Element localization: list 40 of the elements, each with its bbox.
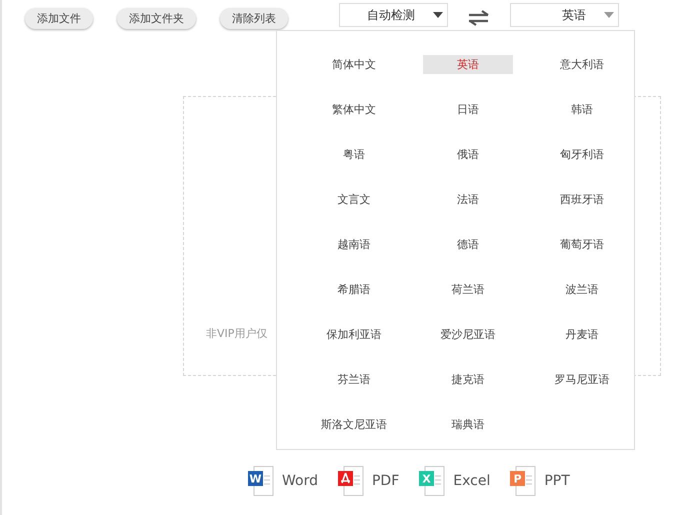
language-option[interactable]: 意大利语 [537, 55, 627, 74]
toolbar-button[interactable]: 清除列表 [220, 8, 288, 28]
caret-icon [604, 12, 614, 18]
caret-icon [433, 12, 443, 18]
language-option[interactable]: 爱沙尼亚语 [423, 325, 513, 344]
language-option[interactable]: 越南语 [309, 235, 399, 254]
language-option[interactable]: 波兰语 [537, 280, 627, 299]
format-label[interactable]: PPT [544, 473, 570, 489]
language-option[interactable]: 德语 [423, 235, 513, 254]
language-option[interactable]: 法语 [423, 190, 513, 209]
language-option[interactable]: 俄语 [423, 145, 513, 164]
format-label[interactable]: PDF [372, 473, 400, 489]
language-option[interactable]: 匈牙利语 [537, 145, 627, 164]
language-option[interactable]: 粤语 [309, 145, 399, 164]
language-option[interactable]: 希腊语 [309, 280, 399, 299]
toolbar-button[interactable]: 添加文件 [25, 8, 93, 28]
target-language-select[interactable]: 英语 [510, 3, 619, 27]
language-option[interactable]: 捷克语 [423, 370, 513, 389]
format-label[interactable]: Word [282, 473, 318, 489]
language-option[interactable]: 西班牙语 [537, 190, 627, 209]
language-option[interactable]: 保加利亚语 [309, 325, 399, 344]
language-option[interactable]: 芬兰语 [309, 370, 399, 389]
language-option[interactable]: 瑞典语 [423, 415, 513, 434]
language-option[interactable]: 荷兰语 [423, 280, 513, 299]
source-language-select[interactable]: 自动检测 [339, 3, 448, 27]
language-option[interactable]: 韩语 [537, 100, 627, 119]
toolbar-button[interactable]: 添加文件夹 [117, 8, 196, 28]
swap-icon[interactable] [468, 10, 490, 26]
language-option[interactable]: 文言文 [309, 190, 399, 209]
format-label[interactable]: Excel [453, 473, 490, 489]
language-option[interactable]: 英语 [423, 55, 513, 74]
language-option[interactable]: 繁体中文 [309, 100, 399, 119]
language-option[interactable]: 罗马尼亚语 [537, 370, 627, 389]
language-option[interactable]: 葡萄牙语 [537, 235, 627, 254]
language-option[interactable]: 日语 [423, 100, 513, 119]
language-option[interactable]: 斯洛文尼亚语 [309, 415, 399, 434]
drop-zone-note: 非VIP用户仅 [206, 326, 268, 341]
language-option[interactable]: 简体中文 [309, 55, 399, 74]
language-option[interactable]: 丹麦语 [537, 325, 627, 344]
pdf-file-icon [338, 466, 364, 496]
